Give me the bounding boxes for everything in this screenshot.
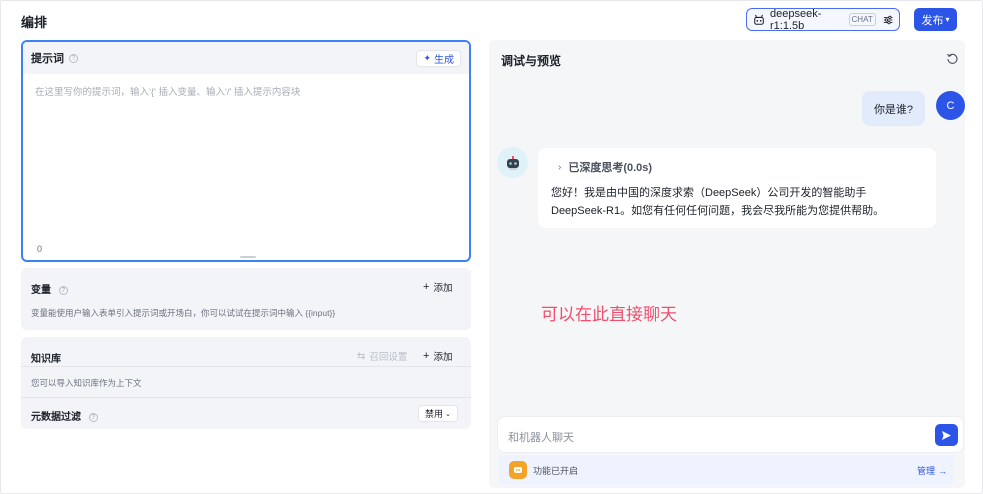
plus-icon: +	[423, 281, 430, 293]
knowledge-title: 知识库	[31, 354, 61, 365]
recall-settings-label: 召回设置	[369, 352, 408, 363]
add-variable-button[interactable]: + 添加	[423, 280, 452, 294]
add-knowledge-button[interactable]: + 添加	[423, 349, 452, 363]
app-frame: 编排 deepseek-r1:1.5b CHAT 发布 ▾ 提示词 ? ✦ 生成…	[0, 0, 983, 494]
metadata-filter-title: 元数据过滤 ?	[31, 408, 98, 423]
send-icon	[942, 430, 951, 440]
add-knowledge-label: 添加	[433, 352, 453, 363]
model-type-badge: CHAT	[848, 13, 876, 26]
resize-handle[interactable]	[240, 256, 256, 258]
chevron-down-icon: ⌄	[445, 410, 451, 418]
bot-reply-text: 您好！我是由中国的深度求索（DeepSeek）公司开发的智能助手DeepSeek…	[551, 187, 885, 217]
divider	[21, 366, 471, 367]
variables-title: 变量 ?	[31, 281, 68, 296]
preview-panel: 调试与预览 你是谁? C › 已深度思考(0.0s) 您好！我是由中国的深度求索…	[489, 40, 965, 488]
prompt-header: 提示词 ? ✦ 生成	[23, 42, 469, 74]
model-selector[interactable]: deepseek-r1:1.5b CHAT	[746, 7, 900, 32]
features-bar: 功能已开启 管理 →	[499, 455, 954, 485]
variables-description: 变量能使用户输入表单引入提示词或开场白，你可以试试在提示词中输入 {{input…	[31, 308, 336, 318]
chat-input[interactable]: 和机器人聊天	[497, 416, 964, 453]
add-variable-label: 添加	[433, 283, 453, 294]
metadata-filter-value: 禁用	[425, 409, 444, 419]
send-button[interactable]	[935, 424, 958, 446]
model-name: deepseek-r1:1.5b	[770, 7, 822, 32]
metadata-filter-label: 元数据过滤	[31, 412, 81, 423]
char-count: 0	[37, 244, 43, 254]
help-icon[interactable]: ?	[58, 285, 68, 295]
bot-avatar	[497, 147, 528, 178]
manage-label: 管理	[917, 466, 936, 476]
generate-label: 生成	[434, 54, 454, 66]
user-avatar: C	[936, 91, 965, 120]
publish-button[interactable]: 发布 ▾	[914, 8, 957, 31]
settings-sliders-icon[interactable]	[883, 14, 893, 26]
metadata-filter-select[interactable]: 禁用 ⌄	[418, 405, 458, 422]
top-bar: 编排 deepseek-r1:1.5b CHAT 发布 ▾	[1, 1, 983, 39]
chat-input-placeholder: 和机器人聊天	[508, 432, 574, 444]
variables-panel: 变量 ? + 添加 变量能使用户输入表单引入提示词或开场白，你可以试试在提示词中…	[21, 268, 471, 330]
knowledge-description: 您可以导入知识库作为上下文	[31, 378, 142, 388]
variables-label: 变量	[31, 285, 51, 296]
feature-icon	[509, 461, 527, 479]
chevron-down-icon: ▾	[945, 15, 950, 24]
thinking-toggle[interactable]: › 已深度思考(0.0s)	[558, 159, 652, 175]
chat-annotation: 可以在此直接聊天	[541, 305, 677, 324]
preview-title: 调试与预览	[501, 54, 562, 68]
prompt-label: 提示词	[31, 53, 64, 65]
recall-settings-icon: ⇆	[357, 350, 366, 362]
manage-link[interactable]: 管理 →	[917, 464, 947, 477]
arrow-right-icon: →	[938, 465, 948, 476]
refresh-icon[interactable]	[946, 52, 959, 65]
robot-icon	[506, 155, 519, 170]
help-icon[interactable]: ?	[69, 53, 78, 63]
sparkle-icon: ✦	[423, 52, 431, 63]
publish-label: 发布	[921, 14, 944, 27]
page-title: 编排	[21, 15, 48, 30]
divider	[21, 397, 471, 398]
generate-button[interactable]: ✦ 生成	[416, 49, 461, 67]
recall-settings-button[interactable]: ⇆ 召回设置	[357, 349, 408, 364]
chevron-right-icon: ›	[558, 161, 562, 173]
thinking-label: 已深度思考(0.0s)	[568, 162, 653, 174]
prompt-editor[interactable]: 提示词 ? ✦ 生成 在这里写你的提示词，输入'{' 插入变量、输入'/' 插入…	[21, 40, 471, 262]
prompt-placeholder: 在这里写你的提示词，输入'{' 插入变量、输入'/' 插入提示内容块	[35, 87, 301, 98]
plus-icon: +	[423, 350, 430, 362]
model-robot-icon	[754, 14, 764, 25]
help-icon[interactable]: ?	[88, 412, 98, 422]
knowledge-panel: 知识库 ⇆ 召回设置 + 添加 您可以导入知识库作为上下文 元数据过滤 ? 禁用…	[21, 337, 471, 429]
bot-message: › 已深度思考(0.0s) 您好！我是由中国的深度求索（DeepSeek）公司开…	[538, 148, 936, 228]
features-label: 功能已开启	[533, 466, 579, 476]
user-message: 你是谁?	[862, 91, 925, 126]
